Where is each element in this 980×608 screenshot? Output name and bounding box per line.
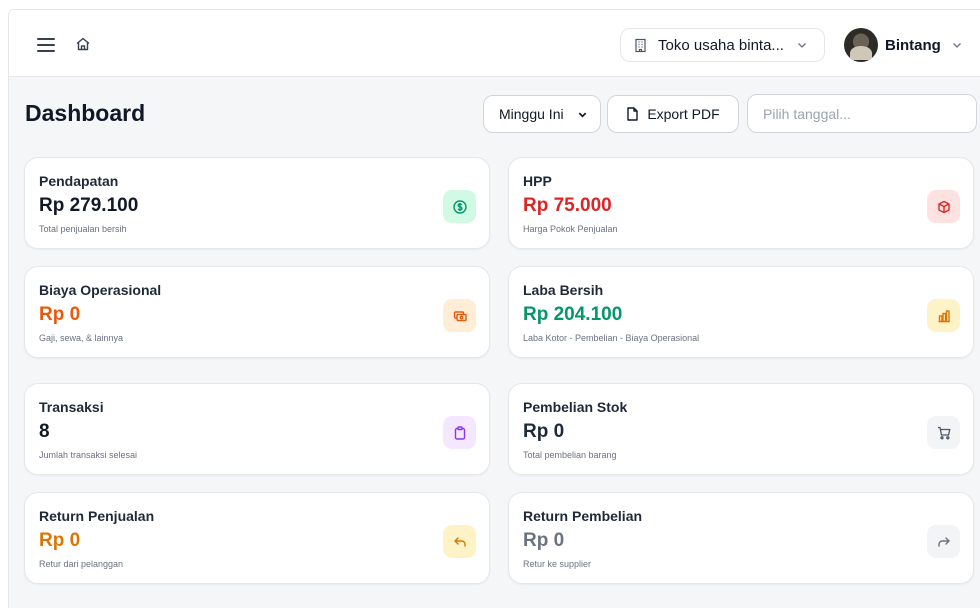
card-description: Retur dari pelanggan	[39, 559, 124, 569]
stock-purchase-card: Pembelian Stok Rp 0 Total pembelian bara…	[508, 383, 974, 475]
card-value: Rp 0	[523, 421, 565, 442]
avatar	[844, 28, 878, 62]
clipboard-icon	[443, 416, 476, 449]
card-value: Rp 75.000	[523, 195, 612, 216]
hamburger-menu-icon[interactable]	[37, 38, 55, 52]
dollar-icon	[443, 190, 476, 223]
card-label: HPP	[523, 173, 552, 189]
card-value: Rp 0	[523, 530, 565, 551]
chevron-down-icon	[797, 43, 806, 48]
card-description: Harga Pokok Penjualan	[523, 224, 618, 234]
card-label: Pembelian Stok	[523, 399, 628, 415]
export-pdf-button[interactable]: Export PDF	[607, 95, 739, 133]
app-frame: Toko usaha binta... Bintang Dashboard Mi…	[8, 9, 980, 608]
card-value: Rp 279.100	[39, 195, 139, 216]
file-icon	[627, 107, 639, 121]
card-description: Gaji, sewa, & lainnya	[39, 333, 124, 343]
chevron-down-icon	[952, 43, 961, 48]
card-label: Laba Bersih	[523, 282, 604, 298]
purchase-return-card: Return Pembelian Rp 0 Retur ke supplier	[508, 492, 974, 584]
cube-icon	[927, 190, 960, 223]
chevron-down-icon	[578, 112, 586, 118]
cart-icon	[927, 416, 960, 449]
operational-cost-card: Biaya Operasional Rp 0 Gaji, sewa, & lai…	[24, 266, 490, 358]
home-icon[interactable]	[75, 36, 91, 52]
store-name: Toko usaha binta...	[658, 36, 784, 54]
period-select[interactable]: Minggu Ini	[483, 95, 601, 133]
store-selector[interactable]: Toko usaha binta...	[620, 28, 825, 62]
top-bar: Toko usaha binta... Bintang	[9, 10, 980, 77]
card-label: Pendapatan	[39, 173, 119, 189]
card-label: Return Pembelian	[523, 508, 643, 524]
revenue-card: Pendapatan Rp 279.100 Total penjualan be…	[24, 157, 490, 249]
user-menu[interactable]: Bintang	[844, 27, 963, 63]
card-value: Rp 0	[39, 304, 81, 325]
sales-return-card: Return Penjualan Rp 0 Retur dari pelangg…	[24, 492, 490, 584]
card-description: Jumlah transaksi selesai	[39, 450, 138, 460]
return-left-icon	[443, 525, 476, 558]
bar-chart-icon	[927, 299, 960, 332]
card-value: Rp 204.100	[523, 304, 623, 325]
period-select-value: Minggu Ini	[499, 106, 564, 122]
card-description: Total penjualan bersih	[39, 224, 127, 234]
card-value: 8	[39, 421, 50, 442]
card-label: Biaya Operasional	[39, 282, 162, 298]
card-label: Return Penjualan	[39, 508, 155, 524]
page-title: Dashboard	[25, 100, 146, 126]
card-description: Laba Kotor - Pembelian - Biaya Operasion…	[523, 333, 700, 343]
date-picker-input[interactable]	[747, 94, 977, 133]
transactions-card: Transaksi 8 Jumlah transaksi selesai	[24, 383, 490, 475]
card-label: Transaksi	[39, 399, 104, 415]
building-icon	[635, 38, 646, 52]
user-name: Bintang	[885, 36, 941, 54]
card-value: Rp 0	[39, 530, 81, 551]
export-pdf-label: Export PDF	[647, 106, 720, 122]
banknote-icon	[443, 299, 476, 332]
cogs-card: HPP Rp 75.000 Harga Pokok Penjualan	[508, 157, 974, 249]
card-description: Total pembelian barang	[523, 450, 617, 460]
return-right-icon	[927, 525, 960, 558]
net-profit-card: Laba Bersih Rp 204.100 Laba Kotor - Pemb…	[508, 266, 974, 358]
card-description: Retur ke supplier	[523, 559, 592, 569]
